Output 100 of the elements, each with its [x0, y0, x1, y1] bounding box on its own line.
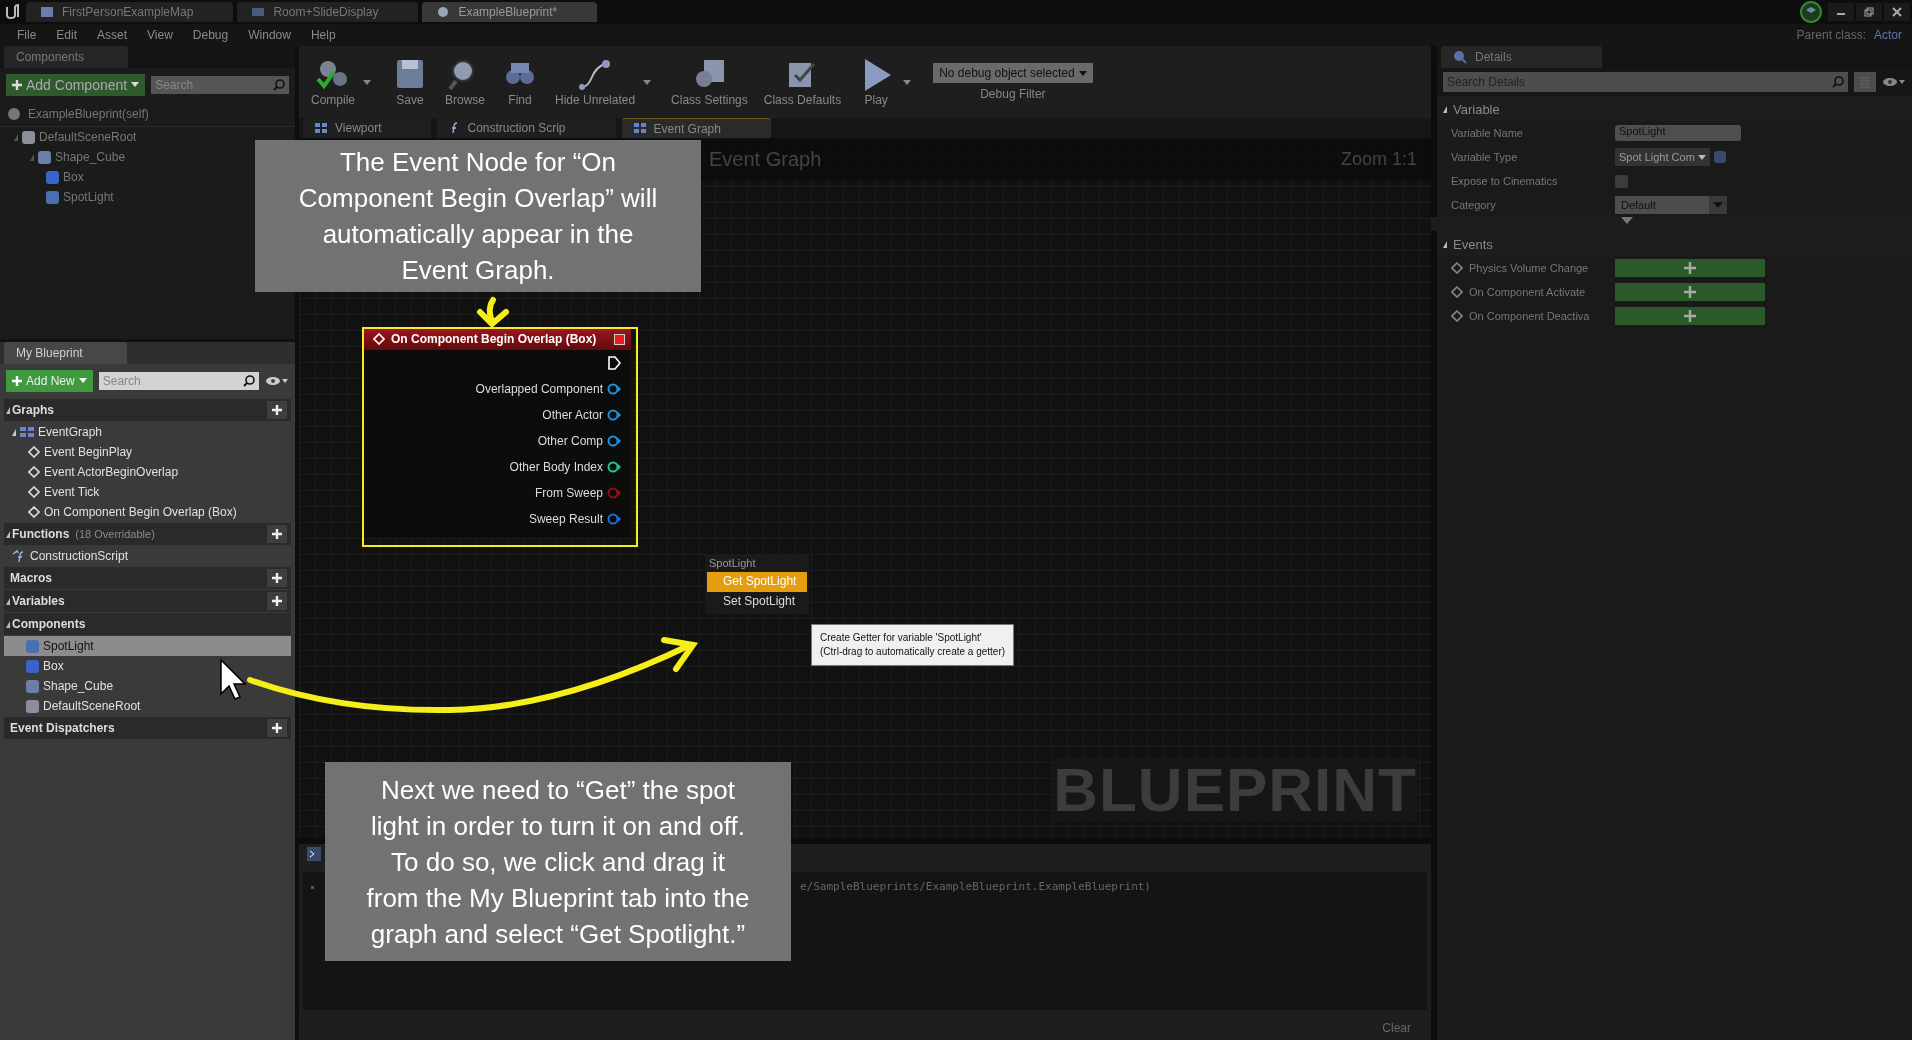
document-tab[interactable]: ExampleBlueprint* — [422, 2, 598, 22]
add-icon[interactable] — [267, 592, 287, 610]
add-icon[interactable] — [267, 525, 287, 543]
section-title[interactable]: Variables — [12, 594, 65, 608]
search-icon[interactable] — [239, 372, 259, 390]
tree-item[interactable]: EventGraph — [4, 422, 291, 442]
section-title[interactable]: Events — [1453, 236, 1493, 252]
menu-item[interactable]: View — [138, 28, 182, 42]
info-icon — [1453, 50, 1467, 64]
pin-icon[interactable] — [607, 435, 621, 447]
minimize-icon[interactable] — [1828, 3, 1854, 21]
pin-icon[interactable] — [607, 409, 621, 421]
visibility-icon[interactable] — [1882, 77, 1906, 87]
section-note: (18 Overridable) — [75, 528, 155, 540]
pin-icon[interactable] — [607, 513, 621, 525]
menu-item[interactable]: Debug — [183, 28, 238, 42]
expand-arrow-icon[interactable] — [6, 597, 10, 605]
add-icon[interactable] — [267, 719, 287, 737]
dropdown-arrow-icon[interactable] — [363, 79, 371, 85]
tree-item[interactable]: ConstructionScript — [4, 546, 291, 566]
pin-icon[interactable] — [607, 383, 621, 395]
editor-tab[interactable]: Event Graph — [621, 118, 771, 138]
add-icon[interactable] — [267, 401, 287, 419]
tree-item[interactable]: DefaultSceneRoot — [4, 696, 291, 716]
menu-item[interactable]: File — [8, 28, 46, 42]
dropdown-arrow-icon[interactable] — [903, 79, 912, 85]
annotation-caption: The Event Node for “On Component Begin Overlap” will automatically appear in the Event Graph. — [255, 140, 701, 292]
toolbar-button[interactable]: Class Settings — [665, 57, 754, 107]
document-tab[interactable]: Room+SlideDisplay — [237, 2, 419, 22]
toolbar-button[interactable]: Save — [385, 57, 435, 107]
components-tab[interactable]: Components — [4, 46, 129, 68]
section-title[interactable]: Variable — [1453, 101, 1500, 117]
expand-arrow-icon[interactable] — [6, 406, 10, 414]
tree-item[interactable]: Event ActorBeginOverlap — [4, 462, 291, 482]
plus-icon — [12, 376, 22, 386]
expand-arrow-icon[interactable] — [6, 530, 10, 538]
console-icon[interactable] — [307, 846, 321, 864]
pin-icon[interactable] — [607, 461, 621, 473]
parent-class-link[interactable]: Actor — [1874, 28, 1902, 42]
tree-item[interactable]: Box — [4, 656, 291, 676]
zoom-label: Zoom 1:1 — [1340, 148, 1417, 170]
expand-arrow-icon[interactable] — [1620, 217, 1633, 225]
section-title[interactable]: Macros — [10, 571, 53, 585]
event-icon — [28, 506, 40, 518]
tree-item[interactable]: Event BeginPlay — [4, 442, 291, 462]
editor-tab[interactable]: Construction Scrip — [437, 118, 616, 138]
section-title[interactable]: Components — [12, 617, 86, 631]
toolbar-button[interactable]: Compile — [305, 57, 361, 107]
toolbar-button[interactable]: Browse — [439, 57, 492, 107]
pin-label: Overlapped Component — [475, 382, 603, 396]
add-new-button[interactable]: Add New — [6, 370, 93, 392]
toolbar-button[interactable]: Class Defaults — [757, 57, 848, 107]
expand-arrow-icon[interactable] — [1443, 240, 1447, 248]
close-icon[interactable] — [1884, 3, 1910, 21]
restore-icon[interactable] — [1856, 3, 1882, 21]
plus-icon — [12, 80, 22, 90]
menu-item[interactable]: Set SpotLight — [707, 592, 807, 612]
add-component-button[interactable]: Add Component — [6, 74, 146, 96]
add-icon[interactable] — [267, 569, 287, 587]
log-message: e/SampleBlueprints/ExampleBlueprint.ExampleBlueprint) — [800, 880, 1151, 893]
details-tab[interactable]: Details — [1441, 46, 1602, 68]
section-title[interactable]: Functions — [12, 527, 70, 541]
editor-tab[interactable]: Viewport — [303, 118, 432, 138]
my-blueprint-tab[interactable]: My Blueprint — [4, 342, 127, 364]
search-field[interactable]: Search — [98, 372, 239, 390]
document-tab[interactable]: FirstPersonExampleMap — [26, 2, 234, 22]
event-icon — [373, 333, 385, 345]
checkbox[interactable] — [1615, 174, 1628, 188]
toolbar-button[interactable]: Play — [851, 57, 902, 107]
map-icon — [40, 6, 54, 18]
tree-item[interactable]: DefaultSceneRoot — [39, 130, 137, 144]
tree-item[interactable]: SpotLight — [4, 636, 291, 656]
tree-item[interactable]: Shape_Cube — [4, 676, 291, 696]
event-icon — [1451, 286, 1463, 298]
toolbar-button[interactable]: Hide Unrelated — [549, 57, 642, 107]
section-title[interactable]: Graphs — [12, 403, 54, 417]
debug-object-dropdown[interactable]: No debug object selected — [933, 63, 1093, 83]
exec-pin-icon[interactable] — [607, 355, 621, 371]
menu-item[interactable]: Asset — [88, 28, 137, 42]
tree-item[interactable]: SpotLight — [63, 190, 114, 204]
expand-arrow-icon[interactable] — [1443, 105, 1447, 113]
property-label: Variable Name — [1451, 127, 1523, 139]
toolbar-button[interactable]: Find — [495, 57, 546, 107]
menu-item[interactable]: Window — [239, 28, 300, 42]
menu-item[interactable]: Edit — [47, 28, 87, 42]
visibility-icon[interactable] — [265, 376, 289, 386]
dropdown-arrow-icon[interactable] — [643, 79, 652, 85]
variable-type-dropdown[interactable]: Spot Light Com — [1615, 148, 1710, 166]
tree-item[interactable]: Event Tick — [4, 482, 291, 502]
menu-item[interactable]: Help — [301, 28, 345, 42]
clear-button[interactable]: Clear — [1376, 1016, 1417, 1040]
event-node[interactable]: On Component Begin Overlap (Box) Overlapped Component Other Actor Other Comp Other Body Index From Sweep Sweep Result — [363, 328, 631, 538]
tutorial-icon[interactable] — [1800, 1, 1822, 23]
delegate-pin-icon[interactable] — [614, 333, 625, 345]
expand-arrow-icon[interactable] — [6, 620, 10, 628]
tree-item[interactable]: Box — [63, 170, 84, 184]
tree-item[interactable]: On Component Begin Overlap (Box) — [4, 502, 291, 522]
tree-item[interactable]: Shape_Cube — [55, 150, 126, 164]
tree-item[interactable]: ExampleBlueprint(self) — [28, 107, 149, 121]
menu-header: SpotLight — [708, 556, 757, 571]
